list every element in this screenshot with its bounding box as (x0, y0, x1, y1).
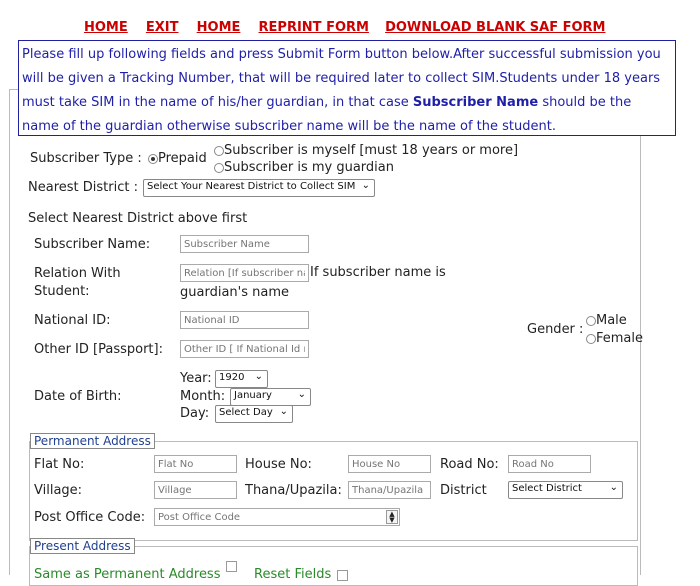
road-no-label: Road No: (440, 457, 499, 472)
subscriber-guardian-option[interactable]: Subscriber is my guardian (214, 160, 394, 175)
relation-input[interactable] (180, 264, 309, 282)
district-label: District (440, 483, 487, 498)
spinner-icon[interactable]: ▲ ▼ (386, 510, 398, 524)
permanent-address-legend: Permanent Address (30, 433, 155, 449)
male-radio[interactable] (586, 315, 596, 326)
year-value: 1920 (219, 372, 245, 383)
dob-label: Date of Birth: (34, 389, 122, 404)
day-value: Select Day (219, 407, 273, 418)
flat-no-label: Flat No: (34, 457, 85, 472)
chevron-down-icon: ⌄ (297, 389, 306, 400)
male-label: Male (596, 313, 627, 328)
year-label: Year: (180, 371, 212, 386)
nav-reprint-link[interactable]: REPRINT FORM (259, 20, 369, 35)
female-option[interactable]: Female (586, 331, 643, 346)
guardian-radio[interactable] (214, 162, 224, 173)
relation-label-2: Student: (34, 284, 90, 299)
year-select[interactable]: 1920 ⌄ (215, 370, 268, 388)
thana-label: Thana/Upazila: (245, 483, 342, 498)
prepaid-label: Prepaid (158, 151, 207, 166)
nav-exit-link[interactable]: EXIT (146, 20, 179, 35)
chevron-down-icon: ⌄ (361, 180, 370, 191)
thana-input[interactable] (348, 481, 431, 499)
nav-home-link-2[interactable]: HOME (197, 20, 241, 35)
other-id-label: Other ID [Passport]: (34, 342, 163, 357)
district-value: Select District (512, 483, 582, 494)
relation-note-2: guardian's name (180, 285, 289, 300)
nav-download-link[interactable]: DOWNLOAD BLANK SAF FORM (385, 20, 605, 35)
day-select[interactable]: Select Day ⌄ (215, 405, 293, 423)
nearest-district-value: Select Your Nearest District to Collect … (147, 181, 356, 192)
village-label: Village: (34, 483, 83, 498)
present-address-legend: Present Address (30, 538, 135, 554)
prepaid-option[interactable]: Prepaid (148, 151, 207, 166)
subscriber-myself-option[interactable]: Subscriber is myself [must 18 years or m… (214, 143, 518, 158)
chevron-down-icon: ⌄ (609, 482, 618, 493)
subscriber-name-label: Subscriber Name: (34, 237, 151, 252)
chevron-down-icon: ⌄ (279, 406, 288, 417)
gender-label: Gender : (527, 322, 584, 337)
other-id-input[interactable] (180, 340, 309, 358)
national-id-input[interactable] (180, 311, 309, 329)
top-nav: HOME EXIT HOME REPRINT FORM DOWNLOAD BLA… (84, 20, 620, 35)
nearest-district-label: Nearest District : (28, 180, 138, 195)
month-select[interactable]: January ⌄ (230, 388, 311, 406)
guardian-label: Subscriber is my guardian (224, 160, 394, 175)
village-input[interactable] (154, 481, 237, 499)
relation-label: Relation With (34, 266, 121, 281)
subscriber-type-label: Subscriber Type : (30, 151, 142, 166)
road-no-input[interactable] (508, 455, 591, 473)
flat-no-input[interactable] (154, 455, 237, 473)
post-office-input[interactable] (154, 508, 400, 526)
instructions-box: Please fill up following fields and pres… (18, 40, 676, 136)
myself-radio[interactable] (214, 145, 224, 156)
reset-fields-checkbox[interactable] (337, 570, 348, 581)
myself-label: Subscriber is myself [must 18 years or m… (224, 143, 519, 158)
national-id-label: National ID: (34, 313, 111, 328)
form-border-left (9, 89, 10, 575)
chevron-down-icon: ⌄ (254, 371, 263, 382)
female-label: Female (596, 331, 644, 346)
instructions-bold: Subscriber Name (412, 95, 539, 110)
district-hint: Select Nearest District above first (28, 211, 248, 226)
month-label: Month: (180, 389, 226, 404)
male-option[interactable]: Male (586, 313, 627, 328)
month-value: January (234, 390, 272, 401)
subscriber-name-input[interactable] (180, 235, 309, 253)
post-office-label: Post Office Code: (34, 510, 146, 525)
relation-note: If subscriber name is (310, 265, 446, 280)
house-no-label: House No: (245, 457, 312, 472)
same-as-permanent-checkbox[interactable] (226, 561, 237, 572)
district-select[interactable]: Select District ⌄ (508, 481, 623, 499)
prepaid-radio[interactable] (148, 153, 158, 164)
day-label: Day: (180, 406, 210, 421)
female-radio[interactable] (586, 333, 596, 344)
nav-home-link[interactable]: HOME (84, 20, 128, 35)
nearest-district-select[interactable]: Select Your Nearest District to Collect … (143, 179, 375, 197)
form-border-right (640, 136, 641, 575)
house-no-input[interactable] (348, 455, 431, 473)
